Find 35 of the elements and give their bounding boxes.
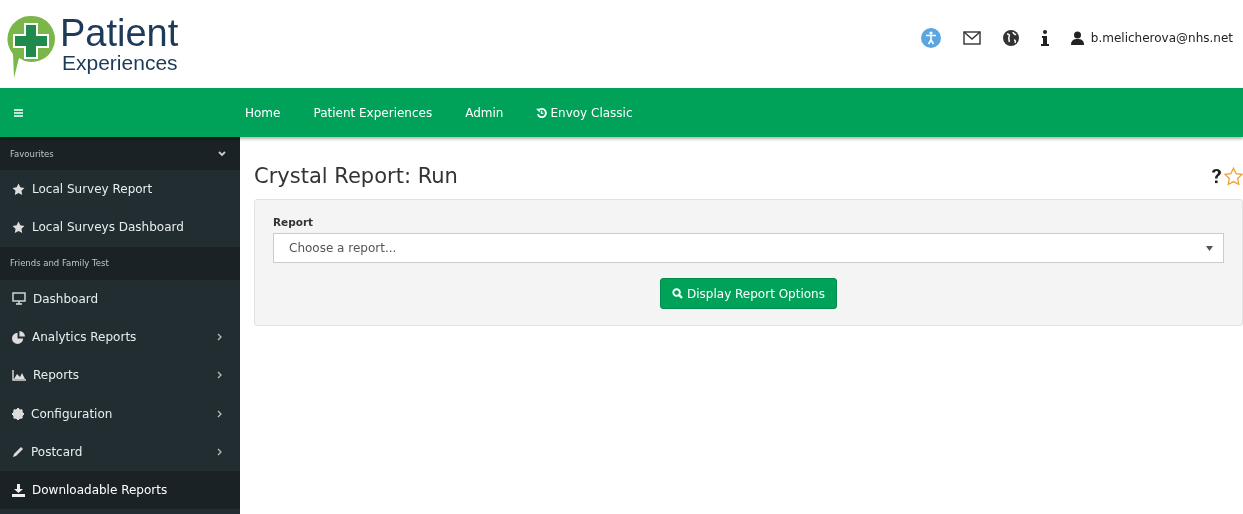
sidebar-item[interactable]: Local Surveys Dashboard (0, 208, 240, 247)
pencil-icon (12, 445, 24, 458)
sidebar-item[interactable]: Analytics Reports (0, 317, 240, 357)
history-icon (536, 107, 548, 118)
report-select[interactable]: Choose a report... (273, 233, 1224, 263)
user-email[interactable]: b.melicherova@nhs.net (1090, 31, 1233, 45)
monitor-icon (12, 292, 26, 306)
page-title: Crystal Report: Run (254, 164, 458, 188)
sidebar-item[interactable]: Configuration (0, 394, 240, 433)
section-title: Friends and Family Test (10, 258, 109, 269)
sidebar-item[interactable]: Postcard (0, 432, 240, 472)
star-icon (12, 182, 25, 196)
pie-chart-icon (12, 330, 25, 344)
dropdown-caret-icon (1206, 245, 1213, 251)
sidebar-item[interactable]: Reports (0, 356, 240, 395)
info-icon[interactable] (1040, 30, 1049, 46)
logo-subtitle: Experiences (62, 52, 179, 73)
logo-text: Patient (60, 14, 179, 52)
globe-icon[interactable] (1002, 30, 1019, 46)
help-icon[interactable] (1211, 168, 1222, 184)
section-title: Favourites (10, 148, 54, 159)
sidebar-item[interactable]: Downloadable Reports (0, 471, 240, 510)
field-label: Report (273, 216, 315, 228)
search-icon (672, 288, 683, 299)
area-chart-icon (12, 369, 26, 381)
sidebar-item[interactable]: Local Survey Report (0, 170, 240, 209)
chevron-down-icon[interactable] (218, 150, 226, 157)
sidebar-item[interactable]: Dashboard (0, 279, 240, 318)
accessibility-icon[interactable] (920, 28, 941, 48)
star-icon (12, 220, 25, 234)
download-icon (12, 483, 25, 497)
gear-icon (12, 407, 24, 420)
mail-icon[interactable] (962, 31, 981, 45)
star-icon[interactable] (1224, 166, 1243, 186)
user-icon (1070, 31, 1084, 45)
